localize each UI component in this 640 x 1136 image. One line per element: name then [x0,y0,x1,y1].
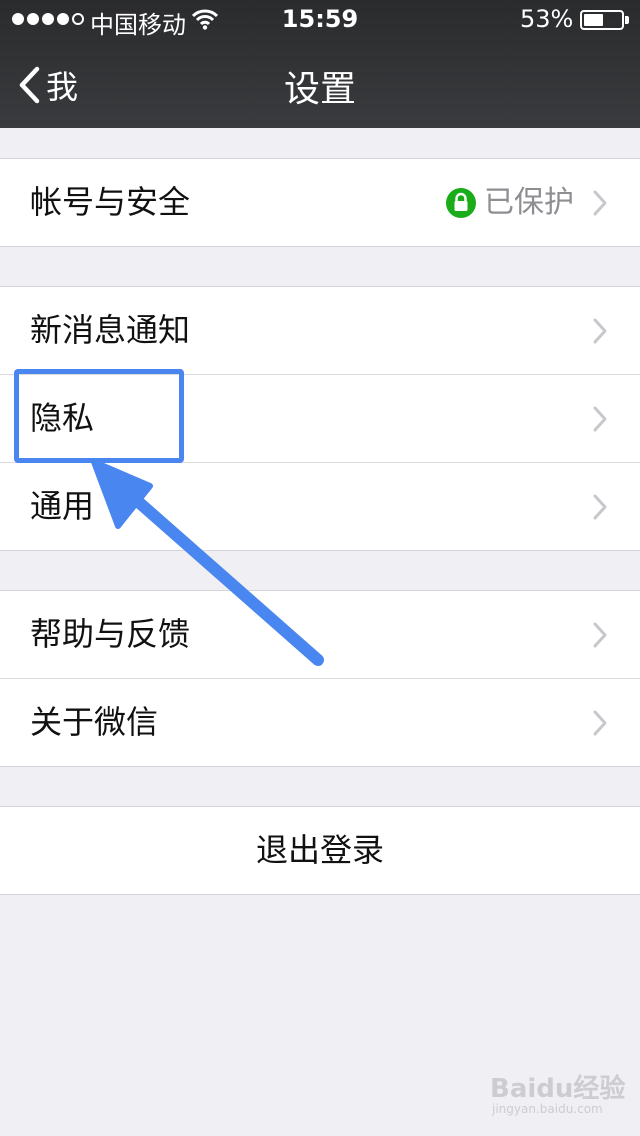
page-title: 设置 [283,69,356,110]
settings-row-about[interactable]: 关于微信 [0,679,640,766]
lock-icon [446,188,476,218]
chevron-right-icon [593,710,607,736]
highlight-box [14,369,184,463]
settings-group-account: 帐号与安全 已保护 [0,158,640,247]
top-bar: 中国移动 15:59 53% 我 设置 [0,0,640,128]
row-label: 帐号与安全 [30,183,191,221]
battery-tip [625,16,629,24]
chevron-right-icon [593,318,607,344]
row-label: 帮助与反馈 [30,615,191,653]
settings-group-help: 帮助与反馈 关于微信 [0,590,640,767]
logout-button[interactable]: 退出登录 [0,807,640,894]
row-label: 新消息通知 [30,311,191,349]
watermark-url: jingyan.baidu.com [492,1102,603,1116]
settings-row-help-feedback[interactable]: 帮助与反馈 [0,591,640,679]
chevron-right-icon [593,494,607,520]
protection-status: 已保护 [484,185,574,220]
status-bar: 中国移动 15:59 53% [0,0,640,40]
chevron-right-icon [593,190,607,216]
chevron-right-icon [593,622,607,648]
settings-row-notifications[interactable]: 新消息通知 [0,287,640,375]
chevron-right-icon [593,406,607,432]
row-label: 关于微信 [30,703,159,741]
battery-icon [580,10,624,30]
logout-label: 退出登录 [255,831,384,869]
settings-row-general[interactable]: 通用 [0,463,640,550]
battery-percentage: 53% [520,5,574,33]
logout-group: 退出登录 [0,806,640,895]
row-label: 通用 [30,487,95,525]
watermark-logo: Baidu经验 [490,1074,626,1104]
settings-row-account-security[interactable]: 帐号与安全 已保护 [0,159,640,246]
